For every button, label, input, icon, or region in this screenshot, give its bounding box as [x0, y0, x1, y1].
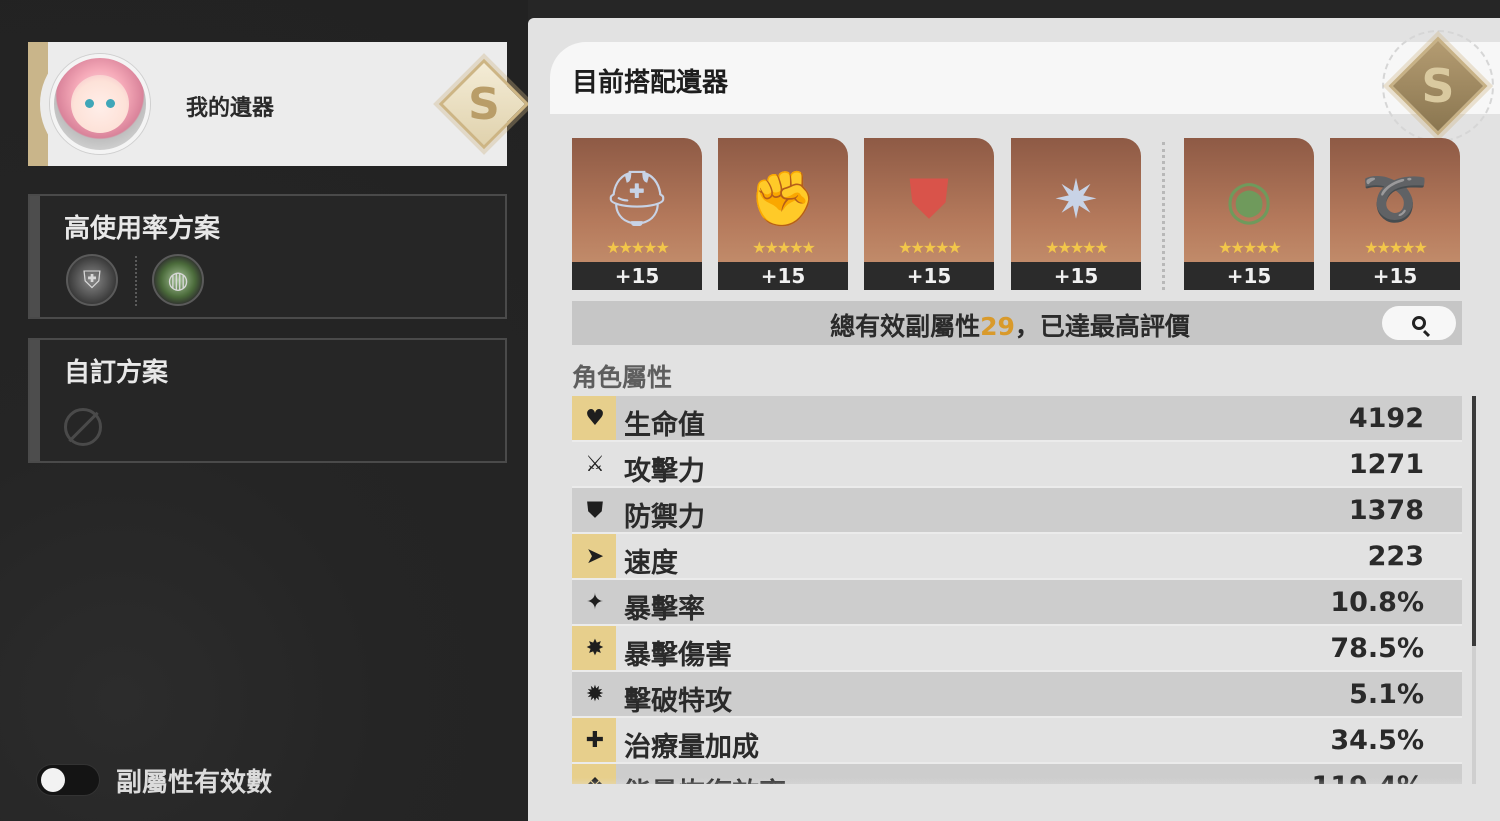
avatar-face-icon: [71, 75, 129, 133]
high-usage-plan-card[interactable]: 高使用率方案 ⛨ ◍: [28, 194, 507, 319]
relic-slot-planar-sphere[interactable]: ◉ ★★★★★ +15: [1184, 138, 1314, 290]
relic-slot-hands[interactable]: ✊ ★★★★★ +15: [718, 138, 848, 290]
attr-name: 生命值: [624, 410, 705, 441]
relic-level: +15: [572, 262, 702, 290]
attr-name: 擊破特攻: [624, 686, 732, 717]
substat-summary-text: 總有效副屬性29，已達最高評價: [572, 307, 1448, 343]
scrollbar-thumb[interactable]: [1472, 396, 1476, 646]
substat-count-toggle[interactable]: [36, 764, 100, 796]
toggle-knob: [41, 768, 65, 792]
shield-icon: ⛊: [586, 498, 604, 523]
attr-row-healing: ✚ 治療量加成 34.5%: [572, 718, 1462, 764]
current-relics-title: 目前搭配遺器: [572, 68, 729, 98]
attr-value: 10.8%: [1330, 587, 1424, 618]
attr-value: 4192: [1348, 403, 1424, 434]
relic-gauntlet-icon: ✊: [749, 167, 817, 230]
plan-relic-helmet-icon[interactable]: ⛨: [66, 254, 118, 306]
attr-row-hp: ♥ 生命值 4192: [572, 396, 1462, 442]
summary-count: 29: [980, 312, 1015, 341]
attr-row-def: ⛊ 防禦力 1378: [572, 488, 1462, 534]
break-effect-icon: ✹: [585, 682, 605, 707]
current-rank-s-badge-icon: S: [1382, 30, 1494, 142]
attr-value: 34.5%: [1330, 725, 1424, 756]
relic-level: +15: [1184, 262, 1314, 290]
attr-name: 攻擊力: [624, 456, 705, 487]
relic-slot-body[interactable]: ⛊ ★★★★★ +15: [864, 138, 994, 290]
attr-value: 1271: [1348, 449, 1424, 480]
attr-row-break-effect: ✹ 擊破特攻 5.1%: [572, 672, 1462, 718]
list-fade: [572, 778, 1462, 800]
current-relics-header: 目前搭配遺器 S: [550, 30, 1500, 142]
relic-divider: [1162, 142, 1165, 290]
boot-icon: ➤: [585, 544, 605, 569]
attr-row-atk: ⚔ 攻擊力 1271: [572, 442, 1462, 488]
rank-s-badge-icon: S: [438, 58, 530, 150]
relic-rarity-stars: ★★★★★: [898, 238, 962, 257]
rank-letter: S: [468, 78, 500, 130]
attr-name: 暴擊傷害: [624, 640, 732, 671]
attr-value: 223: [1367, 541, 1424, 572]
relic-rarity-stars: ★★★★★: [1364, 238, 1428, 257]
profile-title: 我的遺器: [186, 96, 275, 121]
search-icon: [1412, 316, 1426, 330]
attr-value: 1378: [1348, 495, 1424, 526]
relic-level: +15: [1011, 262, 1141, 290]
relic-slot-feet[interactable]: ✷ ★★★★★ +15: [1011, 138, 1141, 290]
relic-slot-head[interactable]: ⛑ ★★★★★ +15: [572, 138, 702, 290]
character-attributes-label: 角色屬性: [572, 363, 673, 392]
left-panel: 我的遺器 S 高使用率方案 ⛨ ◍ 自訂方案 副屬性有效數: [0, 0, 530, 821]
relic-slot-link-rope[interactable]: ➰ ★★★★★ +15: [1330, 138, 1460, 290]
summary-prefix: 總有效副屬性: [830, 312, 981, 341]
relic-level: +15: [718, 262, 848, 290]
crit-rate-icon: ✦: [585, 590, 605, 615]
plan-divider: [135, 256, 137, 306]
empty-slot-icon: [64, 408, 102, 446]
crit-dmg-icon: ✸: [585, 636, 605, 661]
custom-plan-card[interactable]: 自訂方案: [28, 338, 507, 463]
current-rank-letter: S: [1421, 59, 1455, 113]
attr-value: 78.5%: [1330, 633, 1424, 664]
substat-count-label: 副屬性有效數: [116, 768, 273, 798]
attr-name: 防禦力: [624, 502, 705, 533]
relic-slots: ⛑ ★★★★★ +15 ✊ ★★★★★ +15 ⛊ ★★★★★ +15 ✷ ★★…: [572, 138, 1462, 290]
high-usage-plan-title: 高使用率方案: [64, 214, 221, 244]
attr-name: 治療量加成: [624, 732, 759, 763]
substat-summary-bar: 總有效副屬性29，已達最高評價: [572, 301, 1462, 345]
relic-cape-icon: ⛊: [908, 167, 950, 230]
profile-card[interactable]: 我的遺器 S: [28, 42, 530, 166]
relic-spurs-icon: ✷: [1053, 167, 1099, 231]
sword-icon: ⚔: [585, 452, 605, 477]
relic-level: +15: [864, 262, 994, 290]
relic-rope-icon: ➰: [1361, 167, 1429, 230]
attr-row-spd: ➤ 速度 223: [572, 534, 1462, 580]
relic-level: +15: [1330, 262, 1460, 290]
attr-row-crit-dmg: ✸ 暴擊傷害 78.5%: [572, 626, 1462, 672]
attr-name: 速度: [624, 548, 678, 579]
relic-rarity-stars: ★★★★★: [1218, 238, 1282, 257]
attr-row-crit-rate: ✦ 暴擊率 10.8%: [572, 580, 1462, 626]
profile-card-inner: 我的遺器 S: [40, 42, 530, 166]
relic-rarity-stars: ★★★★★: [1045, 238, 1109, 257]
attr-name: 暴擊率: [624, 594, 705, 625]
relic-helmet-icon: ⛑: [602, 167, 672, 230]
heart-icon: ♥: [585, 406, 605, 431]
right-panel: 目前搭配遺器 S ⛑ ★★★★★ +15 ✊ ★★★★★ +15 ⛊ ★★★★★…: [528, 18, 1500, 821]
plan-relic-sphere-icon[interactable]: ◍: [152, 254, 204, 306]
relic-rarity-stars: ★★★★★: [752, 238, 816, 257]
attribute-list-scrollbar[interactable]: [1472, 396, 1476, 784]
search-button[interactable]: [1382, 306, 1456, 340]
custom-plan-title: 自訂方案: [64, 358, 169, 388]
summary-suffix: ，已達最高評價: [1014, 312, 1190, 341]
attr-value: 5.1%: [1349, 679, 1424, 710]
relic-rarity-stars: ★★★★★: [606, 238, 670, 257]
healing-cross-icon: ✚: [585, 728, 605, 753]
character-avatar: [50, 54, 150, 154]
attribute-list[interactable]: ♥ 生命值 4192 ⚔ 攻擊力 1271 ⛊ 防禦力 1378 ➤ 速度 22…: [572, 396, 1462, 784]
relic-sphere-icon: ◉: [1225, 167, 1273, 231]
